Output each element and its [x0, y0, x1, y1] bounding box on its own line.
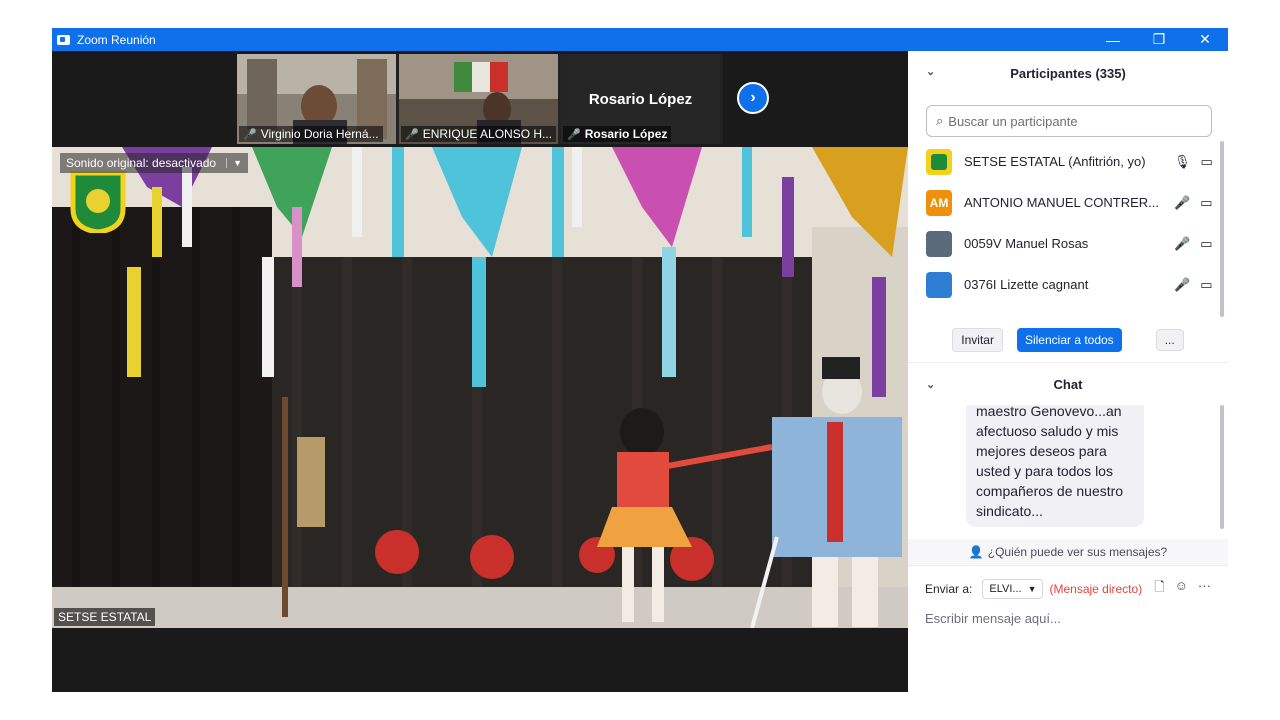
invite-button[interactable]: Invitar	[952, 327, 1003, 352]
participant-row[interactable]: SETSE ESTATAL (Anfitrión, yo) 🎙 ▭	[908, 141, 1228, 182]
video-camera-icon[interactable]: ▭	[1201, 154, 1213, 170]
participants-header: ⌄ Participantes (335)	[926, 65, 1126, 81]
mute-all-button[interactable]: Silenciar a todos	[1016, 327, 1122, 352]
mic-muted-icon[interactable]: 🎤	[1174, 195, 1190, 211]
active-speaker-label: SETSE ESTATAL	[54, 608, 156, 626]
chat-messages: maestro Genovevo...an afectuoso saludo y…	[908, 405, 1228, 539]
direct-message-tag: (Mensaje directo)	[1049, 581, 1143, 596]
thumbnail-name-label: 🎤 ENRIQUE ALONSO H...	[401, 126, 557, 142]
chevron-right-icon: ›	[750, 89, 756, 106]
participant-name: ANTONIO MANUEL CONTRER...	[964, 195, 1160, 210]
participant-name: 0059V Manuel Rosas	[964, 236, 1089, 251]
stage-scene-image	[52, 147, 908, 628]
chevron-down-icon: ▼	[1027, 583, 1037, 594]
participant-row[interactable]: AM ANTONIO MANUEL CONTRER... 🎤 ▭	[908, 182, 1228, 223]
original-sound-toggle[interactable]: Sonido original: desactivado ▼	[60, 153, 249, 173]
mic-muted-icon: 🎤	[567, 128, 581, 141]
mic-muted-icon: 🎤	[405, 128, 419, 141]
send-to-label: Enviar a:	[925, 581, 973, 596]
thumbnail-display-name: Rosario López	[588, 90, 693, 108]
participant-list: SETSE ESTATAL (Anfitrión, yo) 🎙 ▭ AM ANT…	[908, 141, 1228, 317]
avatar	[926, 148, 952, 175]
thumbnail-name-label: 🎤 Rosario López	[563, 126, 672, 142]
zoom-logo-icon	[57, 34, 70, 45]
chevron-down-icon[interactable]: ▼	[226, 158, 242, 168]
chat-scrollbar[interactable]	[1220, 405, 1224, 529]
chat-header: ⌄ Chat	[926, 376, 1083, 392]
avatar	[926, 271, 952, 298]
participant-thumbnail[interactable]: 🎤 ENRIQUE ALONSO H...	[399, 54, 558, 144]
collapse-participants-icon[interactable]: ⌄	[926, 65, 935, 78]
more-icon[interactable]: ···	[1198, 578, 1211, 600]
send-to-row: Enviar a: ELVI... ▼ (Mensaje directo) 🗋 …	[908, 565, 1228, 611]
participant-name: 0376I Lizette cagnant	[964, 277, 1089, 292]
mic-muted-icon[interactable]: 🎤	[1174, 277, 1190, 293]
side-panel: ⌄ Participantes (335) ⌕ Buscar un partic…	[908, 51, 1228, 692]
next-page-button[interactable]: ›	[737, 82, 769, 114]
video-camera-icon[interactable]: ▭	[1200, 195, 1212, 211]
avatar	[926, 230, 952, 257]
microphone-icon[interactable]: 🎙	[1174, 154, 1191, 170]
zoom-window: Zoom Reunión — ❐ ✕ 🎤 Virginio Doria Hern…	[52, 28, 1228, 692]
restore-button[interactable]: ❐	[1136, 28, 1182, 51]
minimize-button[interactable]: —	[1090, 28, 1136, 51]
mic-muted-icon[interactable]: 🎤	[1174, 236, 1190, 252]
recipient-select[interactable]: ELVI... ▼	[982, 578, 1044, 599]
chat-message-input[interactable]: Escribir mensaje aquí...	[908, 611, 1228, 626]
video-area: 🎤 Virginio Doria Herná... 🎤 ENRIQUE ALON…	[52, 51, 908, 692]
collapse-chat-icon[interactable]: ⌄	[926, 378, 935, 391]
close-button[interactable]: ✕	[1182, 28, 1228, 51]
video-bottom-bar	[52, 628, 908, 692]
person-icon: 👤	[968, 545, 984, 559]
participant-name: SETSE ESTATAL (Anfitrión, yo)	[964, 154, 1146, 169]
main-video: Sonido original: desactivado ▼ SETSE EST…	[52, 147, 908, 628]
participant-thumbnail[interactable]: Rosario López 🎤 Rosario López	[561, 54, 720, 144]
video-camera-icon[interactable]: ▭	[1200, 277, 1212, 293]
title-bar: Zoom Reunión — ❐ ✕	[52, 28, 1228, 51]
participant-search-input[interactable]: ⌕ Buscar un participante	[926, 105, 1212, 137]
emoji-icon[interactable]: ☺	[1175, 578, 1188, 600]
more-options-button[interactable]: ...	[1155, 328, 1184, 351]
participant-actions: Invitar Silenciar a todos ...	[908, 317, 1228, 363]
who-can-see-messages-link[interactable]: 👤 ¿Quién puede ver sus mensajes?	[908, 539, 1228, 565]
file-icon[interactable]: 🗋	[1154, 578, 1164, 600]
video-camera-icon[interactable]: ▭	[1200, 236, 1212, 252]
chat-message-bubble: maestro Genovevo...an afectuoso saludo y…	[966, 405, 1144, 527]
participant-row[interactable]: 0376I Lizette cagnant 🎤 ▭	[908, 264, 1228, 305]
thumbnail-strip: 🎤 Virginio Doria Herná... 🎤 ENRIQUE ALON…	[237, 54, 723, 144]
search-icon: ⌕	[936, 113, 944, 128]
window-title: Zoom Reunión	[77, 32, 156, 47]
thumbnail-name-label: 🎤 Virginio Doria Herná...	[239, 126, 383, 142]
union-logo-image	[68, 170, 128, 235]
participants-scrollbar[interactable]	[1220, 141, 1224, 317]
participant-row[interactable]: 0059V Manuel Rosas 🎤 ▭	[908, 223, 1228, 264]
avatar: AM	[926, 189, 952, 216]
mic-muted-icon: 🎤	[243, 128, 257, 141]
participant-thumbnail[interactable]: 🎤 Virginio Doria Herná...	[237, 54, 396, 144]
